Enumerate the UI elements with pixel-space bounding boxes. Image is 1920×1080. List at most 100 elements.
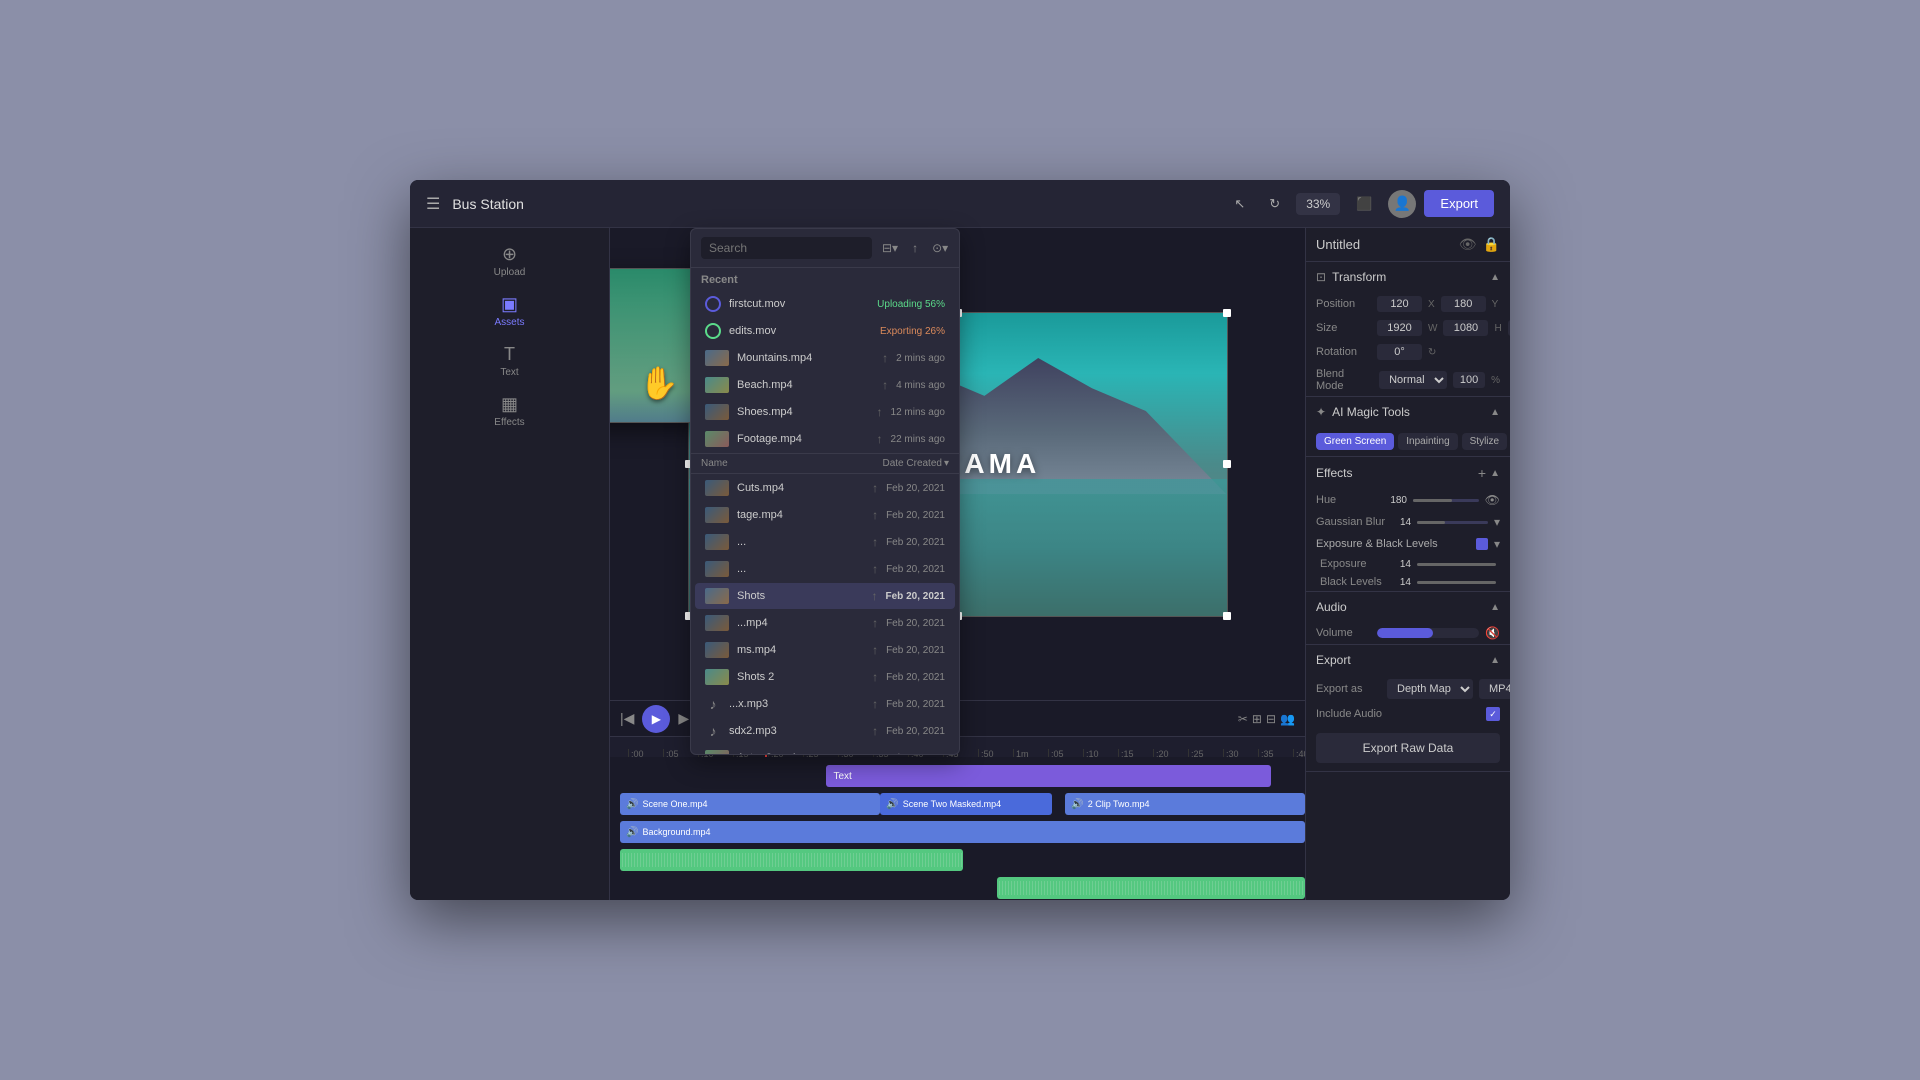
- size-extra-input[interactable]: [1508, 320, 1510, 336]
- list-item[interactable]: Shots 2 ↑ Feb 20, 2021: [695, 664, 955, 690]
- list-item[interactable]: Mountains.mp4 ↑ 2 mins ago: [695, 345, 955, 371]
- list-item[interactable]: ... ↑ Feb 20, 2021: [695, 529, 955, 555]
- list-item[interactable]: tage.mp4 ↑ Feb 20, 2021: [695, 502, 955, 528]
- audio-section-header[interactable]: Audio ▲: [1306, 592, 1510, 622]
- filter-btn[interactable]: ⊟▾: [878, 239, 902, 257]
- export-button[interactable]: Export: [1424, 190, 1494, 217]
- asset-date: Feb 20, 2021: [886, 699, 945, 710]
- bg-track[interactable]: 🔊 Background.mp4: [620, 821, 1305, 843]
- exposure-title: Exposure & Black Levels: [1316, 538, 1470, 550]
- depth-map-select[interactable]: Depth Map: [1387, 679, 1473, 699]
- green-screen-tab[interactable]: Green Screen: [1316, 433, 1394, 450]
- black-levels-slider[interactable]: [1417, 581, 1496, 584]
- position-y-input[interactable]: [1441, 296, 1486, 312]
- person-add-icon[interactable]: 👥: [1280, 712, 1295, 726]
- list-item[interactable]: Beach.mp4 ↑ 4 mins ago: [695, 372, 955, 398]
- lock-icon[interactable]: 🔒: [1483, 236, 1500, 253]
- hue-slider[interactable]: [1413, 499, 1479, 502]
- list-item[interactable]: Footage.mp4 ↑ 22 mins ago: [695, 426, 955, 452]
- sidebar-item-text[interactable]: T Text: [410, 336, 609, 386]
- asset-date: Feb 20, 2021: [886, 618, 945, 629]
- ai-tools-section: ✦ AI Magic Tools ▲ Green Screen Inpainti…: [1306, 397, 1510, 457]
- ruler-mark: :00: [628, 749, 663, 757]
- scissors-icon[interactable]: ✂: [1238, 712, 1248, 726]
- sidebar-item-upload[interactable]: ⊕ Upload: [410, 236, 609, 286]
- text-track[interactable]: Text: [826, 765, 1271, 787]
- list-item[interactable]: ...mp4 ↑ Feb 20, 2021: [695, 610, 955, 636]
- list-item[interactable]: ♪ sdx2.mp3 ↑ Feb 20, 2021: [695, 718, 955, 744]
- exposure-expand-btn[interactable]: ▾: [1494, 537, 1500, 551]
- export-section-header[interactable]: Export ▲: [1306, 645, 1510, 675]
- menu-icon[interactable]: ☰: [426, 194, 440, 214]
- search-input[interactable]: [701, 237, 872, 259]
- asset-name: ...: [737, 563, 864, 575]
- upload-icon: ⊕: [502, 244, 517, 265]
- screen-mode-btn[interactable]: ⬛: [1348, 192, 1380, 216]
- list-item[interactable]: ... ↑ Feb 20, 2021: [695, 556, 955, 582]
- handle-mid-right[interactable]: [1223, 460, 1231, 468]
- list-item[interactable]: firstcut.mov Uploading 56%: [695, 291, 955, 317]
- video-track-scene-one[interactable]: 🔊 Scene One.mp4: [620, 793, 880, 815]
- hue-visibility-btn[interactable]: 👁: [1485, 493, 1500, 507]
- asset-scroll-area[interactable]: Cuts.mp4 ↑ Feb 20, 2021 tage.mp4 ↑ Feb 2…: [691, 474, 959, 754]
- asset-date: 12 mins ago: [891, 407, 945, 418]
- list-item[interactable]: Actor 2.mp4 ↑ Feb 20, 2021: [695, 745, 955, 754]
- include-audio-row: Include Audio ✓: [1306, 703, 1510, 725]
- ai-tools-header[interactable]: ✦ AI Magic Tools ▲: [1306, 397, 1510, 427]
- list-item[interactable]: edits.mov Exporting 26%: [695, 318, 955, 344]
- rotation-input[interactable]: [1377, 344, 1422, 360]
- inpainting-tab[interactable]: Inpainting: [1398, 433, 1457, 450]
- blur-slider[interactable]: [1417, 521, 1488, 524]
- format-select[interactable]: MP4: [1479, 679, 1510, 699]
- asset-date: 2 mins ago: [896, 353, 945, 364]
- upload-status: Uploading 56%: [877, 299, 945, 310]
- video-track-clip-two[interactable]: 🔊 2 Clip Two.mp4: [1065, 793, 1305, 815]
- asset-thumbnail: [705, 750, 729, 754]
- list-item[interactable]: ♪ ...x.mp3 ↑ Feb 20, 2021: [695, 691, 955, 717]
- transform-chevron: ▲: [1490, 272, 1500, 283]
- prev-frame-btn[interactable]: |◀: [620, 710, 634, 727]
- cursor-tool-btn[interactable]: ↖: [1226, 192, 1253, 216]
- date-column-header[interactable]: Date Created ▾: [882, 458, 949, 469]
- blend-opacity-input[interactable]: [1453, 372, 1485, 388]
- export-raw-btn[interactable]: Export Raw Data: [1316, 733, 1500, 763]
- zoom-selector[interactable]: 33%: [1296, 193, 1340, 215]
- w-unit: W: [1428, 323, 1437, 334]
- list-item[interactable]: Shots ↑ Feb 20, 2021: [695, 583, 955, 609]
- sidebar-item-effects[interactable]: ▦ Effects: [410, 386, 609, 436]
- play-button[interactable]: ▶: [642, 705, 670, 733]
- handle-bottom-right[interactable]: [1223, 612, 1231, 620]
- video-track-scene-two[interactable]: 🔊 Scene Two Masked.mp4: [880, 793, 1051, 815]
- include-audio-checkbox[interactable]: ✓: [1486, 707, 1500, 721]
- timeline-zoom-out[interactable]: ⊟: [1266, 712, 1276, 726]
- upload-btn[interactable]: ↑: [908, 239, 922, 257]
- add-effect-btn[interactable]: +: [1478, 465, 1486, 481]
- volume-fill: [1377, 628, 1433, 638]
- h-unit: H: [1494, 323, 1501, 334]
- rotate-tool-btn[interactable]: ↻: [1261, 192, 1288, 216]
- timeline-zoom-in[interactable]: ⊞: [1252, 712, 1262, 726]
- handle-top-right[interactable]: [1223, 309, 1231, 317]
- waveform-clip-1[interactable]: [620, 849, 963, 871]
- waveform-clip-2[interactable]: [997, 877, 1305, 899]
- mute-btn[interactable]: 🔇: [1485, 626, 1500, 640]
- transform-section-header[interactable]: ⊡ Transform ▲: [1306, 262, 1510, 292]
- size-h-input[interactable]: [1443, 320, 1488, 336]
- position-row: Position X Y: [1306, 292, 1510, 316]
- list-item[interactable]: Shoes.mp4 ↑ 12 mins ago: [695, 399, 955, 425]
- eye-icon[interactable]: 👁: [1459, 236, 1477, 253]
- settings-btn[interactable]: ⊙▾: [928, 239, 952, 257]
- list-item[interactable]: Cuts.mp4 ↑ Feb 20, 2021: [695, 475, 955, 501]
- effects-chevron: ▲: [1490, 468, 1500, 479]
- list-item[interactable]: ms.mp4 ↑ Feb 20, 2021: [695, 637, 955, 663]
- blur-expand-btn[interactable]: ▾: [1494, 515, 1500, 529]
- position-x-input[interactable]: [1377, 296, 1422, 312]
- volume-slider[interactable]: [1377, 628, 1479, 638]
- size-w-input[interactable]: [1377, 320, 1422, 336]
- effects-section-header[interactable]: Effects + ▲: [1306, 457, 1510, 489]
- stylize-tab[interactable]: Stylize: [1462, 433, 1507, 450]
- blend-mode-select[interactable]: Normal: [1379, 371, 1447, 389]
- rotation-row: Rotation ↻: [1306, 340, 1510, 364]
- sidebar-item-assets[interactable]: ▣ Assets: [410, 286, 609, 336]
- exposure-slider[interactable]: [1417, 563, 1496, 566]
